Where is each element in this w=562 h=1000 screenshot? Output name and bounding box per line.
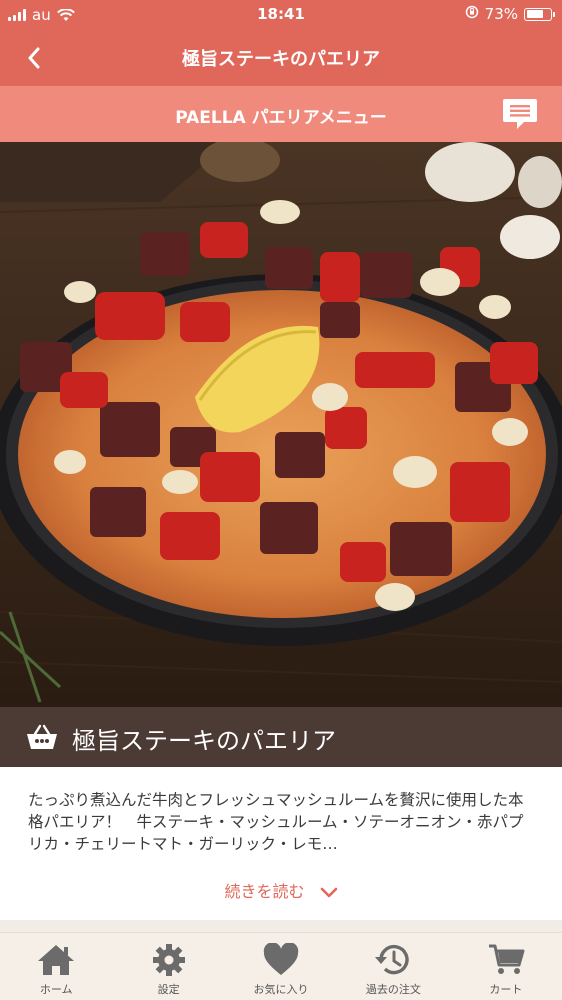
chevron-down-icon: [320, 887, 337, 898]
tab-label: お気に入り: [253, 983, 309, 996]
product-name: 極旨ステーキのパエリア: [72, 727, 336, 755]
tab-home[interactable]: ホーム: [0, 933, 112, 1000]
back-button[interactable]: [18, 42, 50, 74]
tab-label: カート: [489, 983, 523, 996]
tab-cart[interactable]: カート: [450, 933, 562, 1000]
orientation-lock-icon: [465, 5, 479, 23]
paella-image: [0, 142, 562, 707]
history-icon: [375, 944, 410, 975]
status-bar: au 18:41 73%: [0, 0, 562, 30]
status-right: 73%: [465, 5, 555, 23]
category-title: PAELLA パエリアメニュー: [175, 108, 387, 128]
tab-label: 過去の注文: [365, 983, 421, 996]
tab-favorites[interactable]: お気に入り: [225, 933, 337, 1000]
category-header: PAELLA パエリアメニュー: [0, 86, 562, 142]
navigation-bar: 極旨ステーキのパエリア: [0, 30, 562, 86]
basket-icon: [27, 724, 57, 749]
tab-settings[interactable]: 設定: [112, 933, 224, 1000]
tab-bar: ホーム 設定 お気に入り 過去の注文 カート: [0, 932, 562, 1000]
page-title: 極旨ステーキのパエリア: [182, 49, 380, 70]
chat-icon: [503, 99, 537, 129]
heart-icon: [263, 943, 299, 975]
battery-percent: 73%: [484, 5, 518, 23]
tab-label: 設定: [157, 983, 180, 996]
divider: [0, 920, 562, 932]
chevron-left-icon: [28, 47, 40, 69]
home-icon: [38, 945, 75, 975]
tab-order-history[interactable]: 過去の注文: [337, 933, 449, 1000]
product-title-bar: 極旨ステーキのパエリア: [0, 707, 562, 767]
tab-label: ホーム: [39, 983, 73, 996]
product-description: たっぷり煮込んだ牛肉とフレッシュマッシュルームを贅沢に使用した本格パエリア！ 牛…: [0, 767, 562, 920]
read-more-link[interactable]: 続きを読む: [0, 878, 562, 902]
cart-icon: [488, 944, 525, 974]
description-text: たっぷり煮込んだ牛肉とフレッシュマッシュルームを贅沢に使用した本格パエリア！ 牛…: [28, 791, 524, 853]
product-image: [0, 142, 562, 707]
chat-button[interactable]: [502, 97, 538, 131]
read-more-label: 続きを読む: [224, 882, 305, 901]
gear-icon: [152, 944, 185, 976]
battery-icon: [524, 7, 555, 21]
